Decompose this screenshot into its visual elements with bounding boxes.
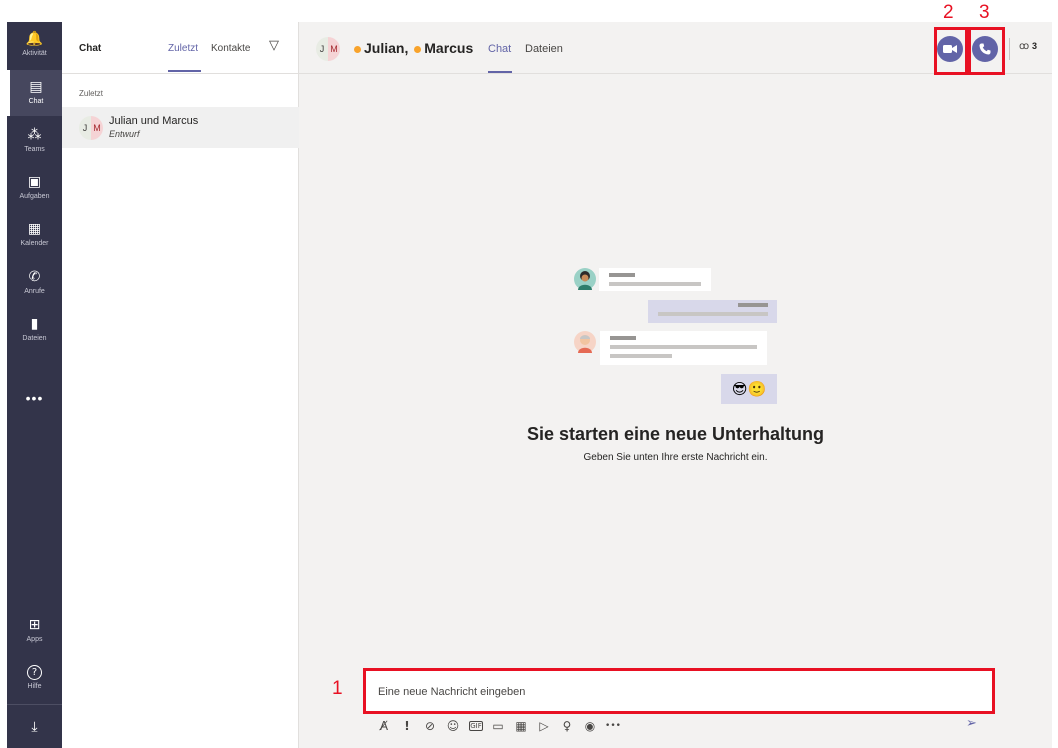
rail-item-teams[interactable]: ⁂ Teams xyxy=(7,118,62,164)
group-avatar[interactable]: J M xyxy=(316,37,340,61)
section-label-recent: Zuletzt xyxy=(79,89,104,98)
download-app-button[interactable]: ⤓ xyxy=(7,704,62,748)
rail-label: Chat xyxy=(28,98,44,105)
sunglasses-emoji-icon: 😎 xyxy=(731,380,748,398)
chat-item-draft: Entwurf xyxy=(109,129,140,139)
praise-icon[interactable]: ♀ xyxy=(556,719,578,733)
participant-name: Marcus xyxy=(424,40,474,56)
presence-away-icon xyxy=(414,45,422,53)
active-tab-indicator xyxy=(168,70,201,72)
group-avatar: J M xyxy=(79,116,103,140)
tab-contacts[interactable]: Kontakte xyxy=(211,43,250,54)
tab-recent[interactable]: Zuletzt xyxy=(168,43,198,54)
active-tab-indicator xyxy=(488,71,512,73)
participants-button[interactable]: ꝏ 3 xyxy=(1019,41,1037,52)
chat-icon: ▤ xyxy=(29,79,43,95)
rail-label: Teams xyxy=(24,146,45,153)
important-icon[interactable]: ! xyxy=(396,719,418,733)
avatar-initial: M xyxy=(91,116,103,140)
message-bubble xyxy=(600,331,767,365)
stream-icon[interactable]: ▷ xyxy=(533,719,555,733)
message-input[interactable] xyxy=(378,683,958,701)
annotation-box xyxy=(934,27,968,75)
schedule-meeting-icon[interactable]: ▦ xyxy=(510,719,532,733)
chat-list-item[interactable]: J M Julian und Marcus Entwurf xyxy=(62,107,299,148)
sticker-icon[interactable]: ▭ xyxy=(487,719,509,733)
rail-item-activity[interactable]: 🔔 Aktivität xyxy=(7,22,62,68)
rail-item-help[interactable]: ? Hilfe xyxy=(7,656,62,702)
emoji-icon[interactable]: ☺ xyxy=(442,719,464,733)
rail-label: Apps xyxy=(26,636,43,643)
apps-icon: ⊞ xyxy=(28,617,41,633)
chat-item-name: Julian und Marcus xyxy=(109,115,199,127)
people-icon: ꝏ xyxy=(1019,41,1030,52)
help-icon: ? xyxy=(27,665,42,680)
chat-list-title: Chat xyxy=(79,43,102,54)
avatar-initial: M xyxy=(328,37,340,61)
header-divider xyxy=(1009,38,1010,60)
empty-state-title: Sie starten eine neue Unterhaltung xyxy=(526,424,825,444)
tab-chat[interactable]: Chat xyxy=(488,43,511,55)
empty-state-illustration: 😎 🙂 xyxy=(571,268,781,408)
more-apps-button[interactable]: ••• xyxy=(7,390,62,406)
phone-icon: ✆ xyxy=(28,269,41,285)
message-composer[interactable] xyxy=(363,668,995,714)
smile-emoji-icon: 🙂 xyxy=(747,380,767,398)
chat-list-header: Chat Zuletzt Kontakte ▽ xyxy=(62,22,299,74)
conversation-title[interactable]: Julian, Marcus xyxy=(354,40,473,56)
rail-item-files[interactable]: ▮ Dateien xyxy=(7,307,62,353)
rail-item-tasks[interactable]: ▣ Aufgaben xyxy=(7,165,62,211)
annotation-box xyxy=(968,27,1005,75)
chat-list-pane: Chat Zuletzt Kontakte ▽ Zuletzt J M Juli… xyxy=(62,22,299,748)
teams-icon: ⁂ xyxy=(27,127,42,143)
rail-item-calls[interactable]: ✆ Anrufe xyxy=(7,260,62,306)
rail-item-apps[interactable]: ⊞ Apps xyxy=(7,608,62,654)
composer-toolbar: A̸ ! ⊘ ☺ GIF ▭ ▦ ▷ ♀ ◉ ••• xyxy=(373,716,625,736)
avatar-initial: J xyxy=(316,37,328,61)
filter-icon[interactable]: ▽ xyxy=(269,38,279,53)
person-avatar-icon xyxy=(574,268,596,290)
tab-files[interactable]: Dateien xyxy=(525,43,563,55)
rail-label: Anrufe xyxy=(24,288,45,295)
gif-icon[interactable]: GIF xyxy=(469,721,483,731)
rail-label: Aufgaben xyxy=(19,193,50,200)
rail-label: Kalender xyxy=(20,240,49,247)
annotation-number: 3 xyxy=(979,2,990,23)
attach-icon[interactable]: ⊘ xyxy=(419,719,441,733)
rail-label: Aktivität xyxy=(22,50,47,57)
conversation-pane: J M Julian, Marcus Chat Dateien ꝏ 3 😎 🙂 … xyxy=(299,22,1052,748)
annotation-number: 2 xyxy=(943,2,954,23)
avatar-initial: J xyxy=(79,116,91,140)
person-avatar-icon xyxy=(574,331,596,353)
teams-window: 🔔 Aktivität ▤ Chat ⁂ Teams ▣ Aufgaben ▦ … xyxy=(0,0,1058,748)
calendar-icon: ▦ xyxy=(27,221,42,237)
format-icon[interactable]: A̸ xyxy=(373,719,395,733)
message-bubble-own xyxy=(648,300,777,323)
emoji-reaction-bubble: 😎 🙂 xyxy=(721,374,777,404)
more-options-icon[interactable]: ••• xyxy=(602,721,624,731)
send-icon[interactable]: ➢ xyxy=(966,716,977,731)
message-bubble xyxy=(599,268,711,291)
rail-item-chat[interactable]: ▤ Chat xyxy=(7,70,62,116)
participant-name: Julian, xyxy=(364,40,409,56)
download-icon: ⤓ xyxy=(31,718,38,735)
rail-item-calendar[interactable]: ▦ Kalender xyxy=(7,212,62,258)
bell-icon: 🔔 xyxy=(25,31,44,47)
annotation-number: 1 xyxy=(332,678,343,699)
participants-count: 3 xyxy=(1031,41,1037,51)
rail-label: Dateien xyxy=(22,335,47,342)
presence-away-icon xyxy=(354,45,361,53)
app-icon[interactable]: ◉ xyxy=(579,719,601,733)
briefcase-icon: ▣ xyxy=(27,174,42,190)
app-rail: 🔔 Aktivität ▤ Chat ⁂ Teams ▣ Aufgaben ▦ … xyxy=(7,22,62,748)
empty-state-subtitle: Geben Sie unten Ihre erste Nachricht ein… xyxy=(583,452,768,463)
file-icon: ▮ xyxy=(30,316,39,332)
rail-label: Hilfe xyxy=(27,683,42,690)
